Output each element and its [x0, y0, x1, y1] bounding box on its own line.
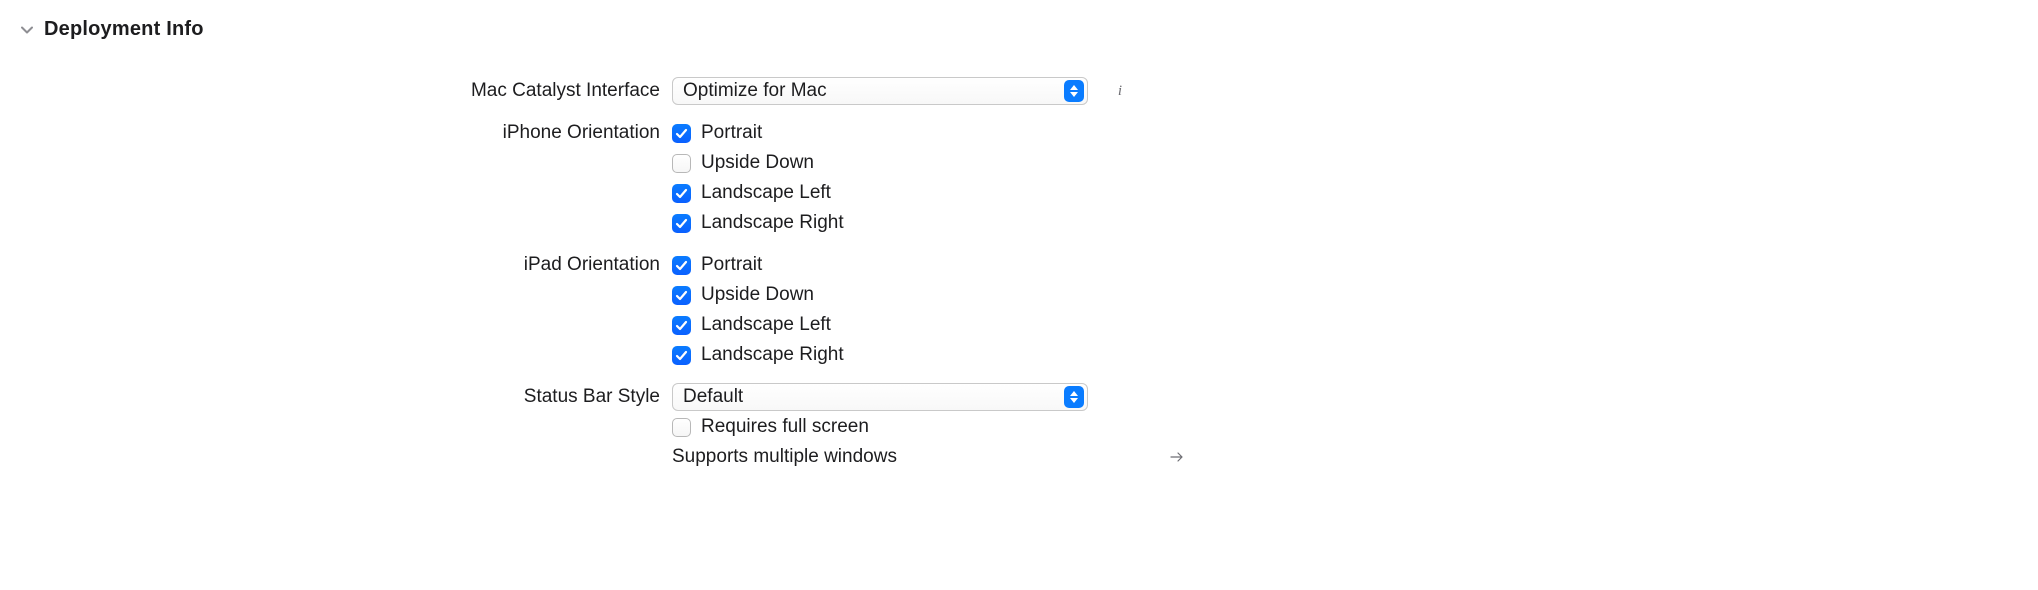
row-iphone-landscaperight: Landscape Right: [0, 209, 2038, 237]
checkbox-label: Portrait: [701, 254, 762, 276]
row-ipad-upsidedown: Upside Down: [0, 281, 2038, 309]
ipad-portrait-checkbox[interactable]: Portrait: [672, 254, 762, 276]
mac-catalyst-select[interactable]: Optimize for Mac: [672, 77, 1088, 105]
checkbox-label: Requires full screen: [701, 416, 869, 438]
mac-catalyst-value: Optimize for Mac: [683, 80, 827, 102]
deployment-info-form: Mac Catalyst Interface Optimize for Mac …: [0, 41, 2038, 471]
row-requires-full-screen: Requires full screen: [0, 413, 2038, 441]
checkbox-box: [672, 286, 691, 305]
row-mac-catalyst: Mac Catalyst Interface Optimize for Mac …: [0, 77, 2038, 105]
row-status-bar-style: Status Bar Style Default: [0, 383, 2038, 411]
label-ipad-orientation: iPad Orientation: [0, 254, 672, 276]
checkbox-box: [672, 256, 691, 275]
row-iphone-portrait: iPhone Orientation Portrait: [0, 119, 2038, 147]
section-header[interactable]: Deployment Info: [0, 0, 2038, 41]
row-supports-multiple-windows: Supports multiple windows: [0, 443, 2038, 471]
row-ipad-landscapeleft: Landscape Left: [0, 311, 2038, 339]
checkbox-label: Landscape Left: [701, 314, 831, 336]
checkbox-label: Upside Down: [701, 152, 814, 174]
iphone-landscaperight-checkbox[interactable]: Landscape Right: [672, 212, 844, 234]
chevron-down-icon: [20, 23, 34, 37]
checkbox-box: [672, 418, 691, 437]
select-stepper-icon: [1064, 386, 1084, 408]
row-ipad-portrait: iPad Orientation Portrait: [0, 251, 2038, 279]
section-title: Deployment Info: [44, 18, 204, 41]
checkbox-box: [672, 184, 691, 203]
checkbox-label: Landscape Left: [701, 182, 831, 204]
checkbox-label: Upside Down: [701, 284, 814, 306]
iphone-upsidedown-checkbox[interactable]: Upside Down: [672, 152, 814, 174]
ipad-upsidedown-checkbox[interactable]: Upside Down: [672, 284, 814, 306]
row-ipad-landscaperight: Landscape Right: [0, 341, 2038, 369]
ipad-landscapeleft-checkbox[interactable]: Landscape Left: [672, 314, 831, 336]
supports-multiple-windows-label: Supports multiple windows: [672, 446, 897, 468]
checkbox-label: Portrait: [701, 122, 762, 144]
label-mac-catalyst: Mac Catalyst Interface: [0, 80, 672, 102]
status-bar-style-value: Default: [683, 386, 743, 408]
checkbox-box: [672, 214, 691, 233]
select-stepper-icon: [1064, 80, 1084, 102]
iphone-portrait-checkbox[interactable]: Portrait: [672, 122, 762, 144]
arrow-right-icon[interactable]: [1167, 447, 1187, 467]
requires-full-screen-checkbox[interactable]: Requires full screen: [672, 416, 869, 438]
row-iphone-upsidedown: Upside Down: [0, 149, 2038, 177]
checkbox-box: [672, 124, 691, 143]
status-bar-style-select[interactable]: Default: [672, 383, 1088, 411]
label-iphone-orientation: iPhone Orientation: [0, 122, 672, 144]
info-icon[interactable]: i: [1108, 79, 1132, 103]
checkbox-box: [672, 316, 691, 335]
checkbox-label: Landscape Right: [701, 212, 844, 234]
checkbox-box: [672, 154, 691, 173]
checkbox-box: [672, 346, 691, 365]
checkbox-label: Landscape Right: [701, 344, 844, 366]
ipad-landscaperight-checkbox[interactable]: Landscape Right: [672, 344, 844, 366]
row-iphone-landscapeleft: Landscape Left: [0, 179, 2038, 207]
label-status-bar-style: Status Bar Style: [0, 386, 672, 408]
iphone-landscapeleft-checkbox[interactable]: Landscape Left: [672, 182, 831, 204]
